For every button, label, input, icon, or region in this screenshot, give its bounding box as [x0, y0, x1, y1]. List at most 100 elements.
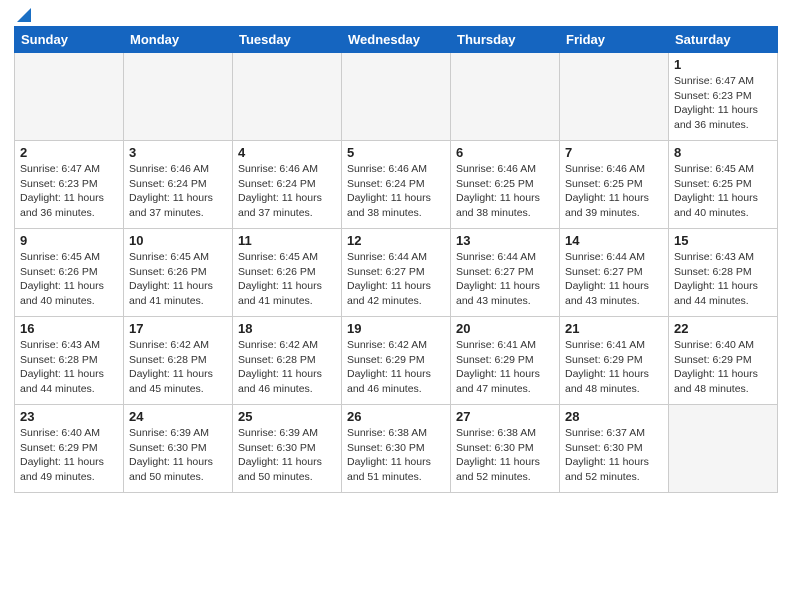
week-row-3: 16 Sunrise: 6:43 AM Sunset: 6:28 PM Dayli…	[15, 317, 778, 405]
day-info: Sunrise: 6:41 AM Sunset: 6:29 PM Dayligh…	[456, 338, 554, 397]
day-info: Sunrise: 6:45 AM Sunset: 6:26 PM Dayligh…	[238, 250, 336, 309]
day-cell	[560, 53, 669, 141]
header-monday: Monday	[124, 27, 233, 53]
day-info: Sunrise: 6:46 AM Sunset: 6:25 PM Dayligh…	[565, 162, 663, 221]
header-tuesday: Tuesday	[233, 27, 342, 53]
day-number: 27	[456, 409, 554, 424]
day-number: 17	[129, 321, 227, 336]
day-info: Sunrise: 6:46 AM Sunset: 6:24 PM Dayligh…	[129, 162, 227, 221]
day-number: 20	[456, 321, 554, 336]
header-saturday: Saturday	[669, 27, 778, 53]
day-info: Sunrise: 6:45 AM Sunset: 6:26 PM Dayligh…	[129, 250, 227, 309]
day-number: 18	[238, 321, 336, 336]
day-cell: 9 Sunrise: 6:45 AM Sunset: 6:26 PM Daylig…	[15, 229, 124, 317]
day-cell: 2 Sunrise: 6:47 AM Sunset: 6:23 PM Daylig…	[15, 141, 124, 229]
day-info: Sunrise: 6:46 AM Sunset: 6:24 PM Dayligh…	[347, 162, 445, 221]
day-number: 26	[347, 409, 445, 424]
day-cell	[451, 53, 560, 141]
day-cell	[15, 53, 124, 141]
day-cell: 8 Sunrise: 6:45 AM Sunset: 6:25 PM Daylig…	[669, 141, 778, 229]
day-cell: 1 Sunrise: 6:47 AM Sunset: 6:23 PM Daylig…	[669, 53, 778, 141]
day-info: Sunrise: 6:47 AM Sunset: 6:23 PM Dayligh…	[20, 162, 118, 221]
day-info: Sunrise: 6:42 AM Sunset: 6:29 PM Dayligh…	[347, 338, 445, 397]
day-number: 12	[347, 233, 445, 248]
day-number: 25	[238, 409, 336, 424]
day-cell: 18 Sunrise: 6:42 AM Sunset: 6:28 PM Dayli…	[233, 317, 342, 405]
day-number: 3	[129, 145, 227, 160]
day-info: Sunrise: 6:39 AM Sunset: 6:30 PM Dayligh…	[129, 426, 227, 485]
header-row: SundayMondayTuesdayWednesdayThursdayFrid…	[15, 27, 778, 53]
day-info: Sunrise: 6:46 AM Sunset: 6:25 PM Dayligh…	[456, 162, 554, 221]
day-cell: 22 Sunrise: 6:40 AM Sunset: 6:29 PM Dayli…	[669, 317, 778, 405]
day-number: 13	[456, 233, 554, 248]
day-info: Sunrise: 6:40 AM Sunset: 6:29 PM Dayligh…	[20, 426, 118, 485]
day-number: 15	[674, 233, 772, 248]
day-cell: 4 Sunrise: 6:46 AM Sunset: 6:24 PM Daylig…	[233, 141, 342, 229]
day-cell	[342, 53, 451, 141]
week-row-2: 9 Sunrise: 6:45 AM Sunset: 6:26 PM Daylig…	[15, 229, 778, 317]
day-number: 2	[20, 145, 118, 160]
week-row-4: 23 Sunrise: 6:40 AM Sunset: 6:29 PM Dayli…	[15, 405, 778, 493]
day-number: 19	[347, 321, 445, 336]
day-cell: 21 Sunrise: 6:41 AM Sunset: 6:29 PM Dayli…	[560, 317, 669, 405]
day-number: 14	[565, 233, 663, 248]
day-number: 10	[129, 233, 227, 248]
day-number: 16	[20, 321, 118, 336]
day-info: Sunrise: 6:45 AM Sunset: 6:26 PM Dayligh…	[20, 250, 118, 309]
day-number: 5	[347, 145, 445, 160]
day-number: 9	[20, 233, 118, 248]
header-wednesday: Wednesday	[342, 27, 451, 53]
day-info: Sunrise: 6:44 AM Sunset: 6:27 PM Dayligh…	[456, 250, 554, 309]
day-number: 28	[565, 409, 663, 424]
logo-icon	[15, 6, 33, 24]
day-info: Sunrise: 6:42 AM Sunset: 6:28 PM Dayligh…	[238, 338, 336, 397]
day-cell: 5 Sunrise: 6:46 AM Sunset: 6:24 PM Daylig…	[342, 141, 451, 229]
header-thursday: Thursday	[451, 27, 560, 53]
day-number: 8	[674, 145, 772, 160]
day-number: 4	[238, 145, 336, 160]
day-cell: 24 Sunrise: 6:39 AM Sunset: 6:30 PM Dayli…	[124, 405, 233, 493]
calendar-page: SundayMondayTuesdayWednesdayThursdayFrid…	[0, 0, 792, 503]
day-cell	[233, 53, 342, 141]
day-cell: 11Sunrise: 6:45 AM Sunset: 6:26 PM Dayli…	[233, 229, 342, 317]
day-info: Sunrise: 6:44 AM Sunset: 6:27 PM Dayligh…	[347, 250, 445, 309]
day-info: Sunrise: 6:40 AM Sunset: 6:29 PM Dayligh…	[674, 338, 772, 397]
day-cell: 17Sunrise: 6:42 AM Sunset: 6:28 PM Dayli…	[124, 317, 233, 405]
day-info: Sunrise: 6:38 AM Sunset: 6:30 PM Dayligh…	[347, 426, 445, 485]
calendar-table: SundayMondayTuesdayWednesdayThursdayFrid…	[14, 26, 778, 493]
day-info: Sunrise: 6:46 AM Sunset: 6:24 PM Dayligh…	[238, 162, 336, 221]
header	[14, 10, 778, 20]
day-info: Sunrise: 6:38 AM Sunset: 6:30 PM Dayligh…	[456, 426, 554, 485]
day-number: 1	[674, 57, 772, 72]
day-info: Sunrise: 6:37 AM Sunset: 6:30 PM Dayligh…	[565, 426, 663, 485]
day-number: 21	[565, 321, 663, 336]
day-cell: 10 Sunrise: 6:45 AM Sunset: 6:26 PM Dayli…	[124, 229, 233, 317]
day-info: Sunrise: 6:47 AM Sunset: 6:23 PM Dayligh…	[674, 74, 772, 133]
day-info: Sunrise: 6:44 AM Sunset: 6:27 PM Dayligh…	[565, 250, 663, 309]
day-info: Sunrise: 6:43 AM Sunset: 6:28 PM Dayligh…	[674, 250, 772, 309]
week-row-1: 2 Sunrise: 6:47 AM Sunset: 6:23 PM Daylig…	[15, 141, 778, 229]
day-cell: 7 Sunrise: 6:46 AM Sunset: 6:25 PM Daylig…	[560, 141, 669, 229]
day-cell: 27 Sunrise: 6:38 AM Sunset: 6:30 PM Dayli…	[451, 405, 560, 493]
day-cell: 6Sunrise: 6:46 AM Sunset: 6:25 PM Daylig…	[451, 141, 560, 229]
day-cell: 16 Sunrise: 6:43 AM Sunset: 6:28 PM Dayli…	[15, 317, 124, 405]
day-cell: 3 Sunrise: 6:46 AM Sunset: 6:24 PM Daylig…	[124, 141, 233, 229]
day-cell	[669, 405, 778, 493]
day-number: 24	[129, 409, 227, 424]
day-number: 7	[565, 145, 663, 160]
day-cell: 14 Sunrise: 6:44 AM Sunset: 6:27 PM Dayli…	[560, 229, 669, 317]
day-info: Sunrise: 6:45 AM Sunset: 6:25 PM Dayligh…	[674, 162, 772, 221]
day-cell: 25 Sunrise: 6:39 AM Sunset: 6:30 PM Dayli…	[233, 405, 342, 493]
day-number: 22	[674, 321, 772, 336]
day-number: 23	[20, 409, 118, 424]
day-info: Sunrise: 6:43 AM Sunset: 6:28 PM Dayligh…	[20, 338, 118, 397]
day-info: Sunrise: 6:39 AM Sunset: 6:30 PM Dayligh…	[238, 426, 336, 485]
day-cell: 26 Sunrise: 6:38 AM Sunset: 6:30 PM Dayli…	[342, 405, 451, 493]
day-cell: 20 Sunrise: 6:41 AM Sunset: 6:29 PM Dayli…	[451, 317, 560, 405]
header-sunday: Sunday	[15, 27, 124, 53]
day-cell: 13 Sunrise: 6:44 AM Sunset: 6:27 PM Dayli…	[451, 229, 560, 317]
day-cell: 23 Sunrise: 6:40 AM Sunset: 6:29 PM Dayli…	[15, 405, 124, 493]
day-cell	[124, 53, 233, 141]
day-info: Sunrise: 6:41 AM Sunset: 6:29 PM Dayligh…	[565, 338, 663, 397]
day-cell: 28 Sunrise: 6:37 AM Sunset: 6:30 PM Dayli…	[560, 405, 669, 493]
